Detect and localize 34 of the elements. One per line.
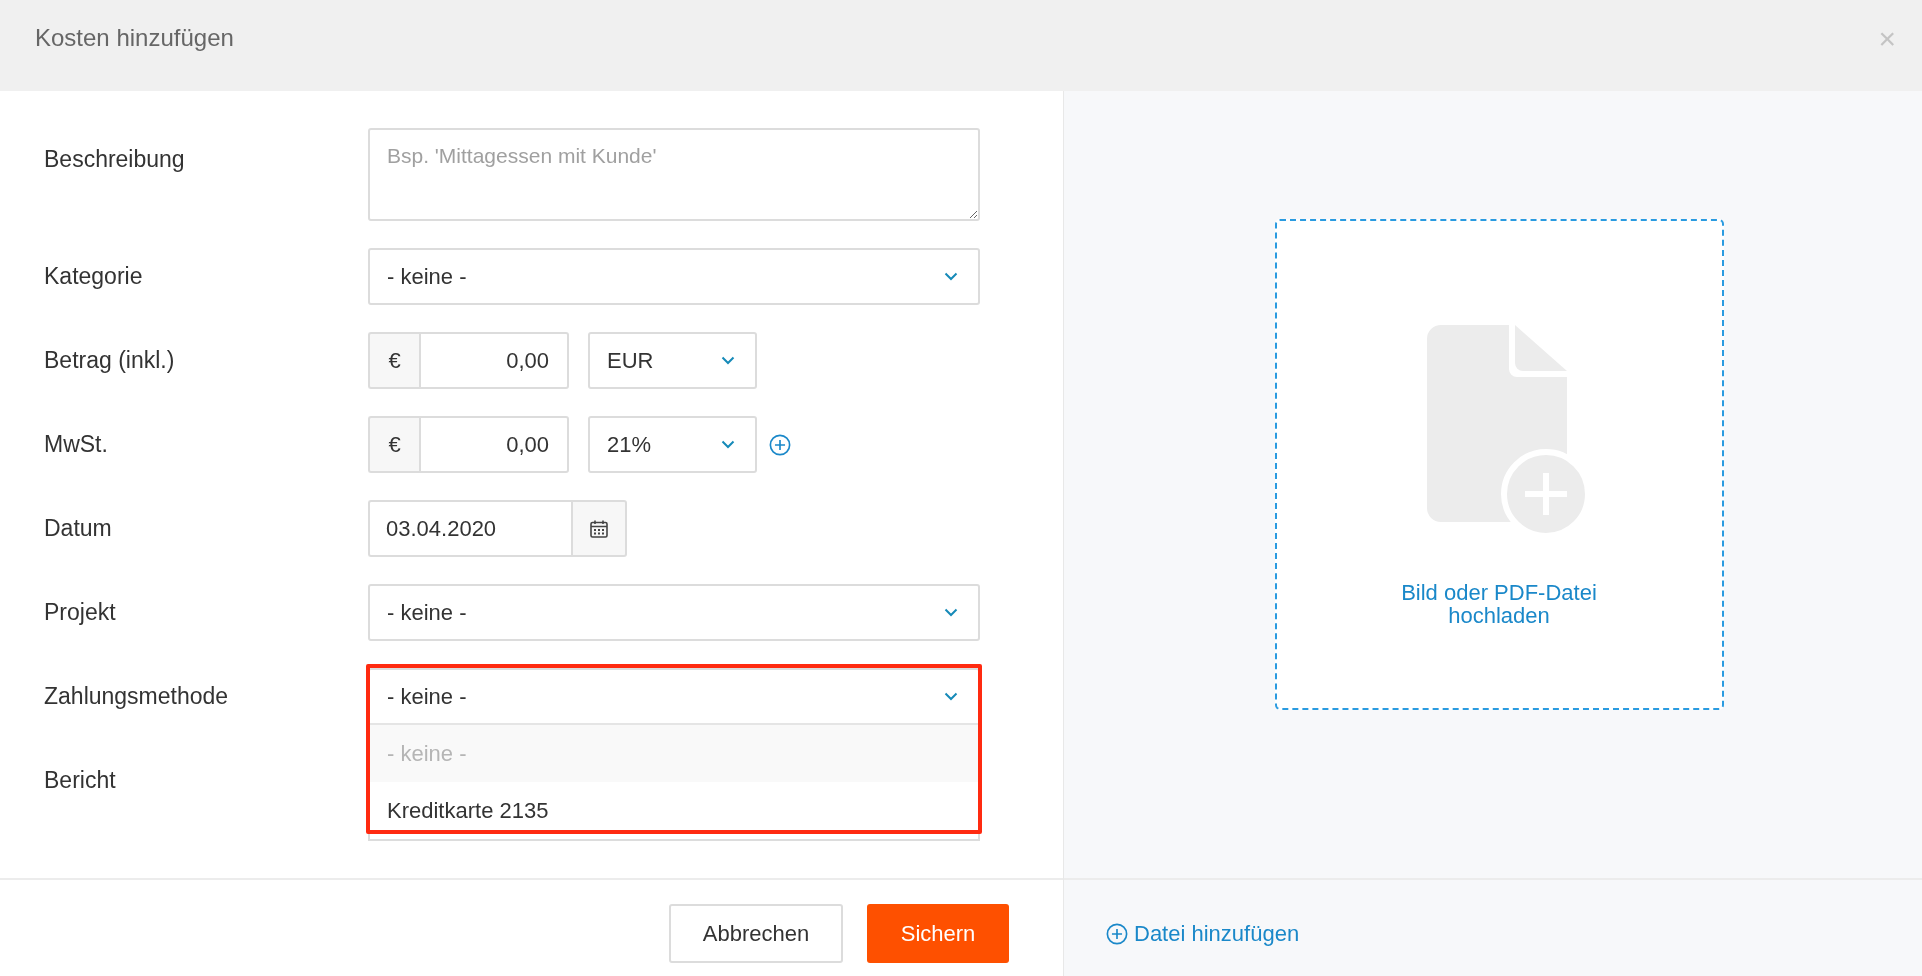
chevron-down-icon xyxy=(721,440,735,449)
date-field[interactable]: 03.04.2020 xyxy=(368,500,571,557)
field-label: MwSt. xyxy=(44,431,109,458)
unit-select[interactable]: 21% xyxy=(588,416,757,473)
add-icon[interactable] xyxy=(769,433,791,456)
field-label: Betrag (inkl.) xyxy=(44,347,176,374)
field-label: Kategorie xyxy=(44,263,144,290)
currency-addon: € xyxy=(368,416,419,473)
calendar-icon xyxy=(589,518,609,539)
chevron-down-icon xyxy=(944,608,958,617)
add-file-link[interactable]: Datei hinzufügen xyxy=(1106,920,1300,947)
field-label: Datum xyxy=(44,515,113,542)
field-label: Bericht xyxy=(44,767,117,794)
chevron-down-icon xyxy=(944,692,958,701)
chevron-down-icon xyxy=(944,272,958,281)
chevron-down-icon xyxy=(721,356,735,365)
upload-hint[interactable]: Bild oder PDF-Datei hochladen xyxy=(1379,581,1619,627)
select-field[interactable]: - keine - xyxy=(368,584,980,641)
select-field[interactable]: - keine - xyxy=(368,668,980,725)
upload-dropzone[interactable]: Bild oder PDF-Datei hochladen xyxy=(1274,219,1724,710)
field-label: Projekt xyxy=(44,599,117,626)
dialog-title: Kosten hinzufügen xyxy=(35,24,234,52)
dropdown-option[interactable]: Kreditkarte 2135 xyxy=(370,782,978,839)
add-icon xyxy=(1106,922,1128,945)
description-field[interactable]: Bsp. 'Mittagessen mit Kunde' xyxy=(368,128,980,221)
amount-field[interactable]: 0,00 xyxy=(419,416,569,473)
field-label: Beschreibung xyxy=(44,145,186,173)
amount-field[interactable]: 0,00 xyxy=(419,332,569,389)
calendar-button[interactable] xyxy=(571,500,627,557)
field-label: Zahlungsmethode xyxy=(44,683,230,710)
unit-select[interactable]: EUR xyxy=(588,332,757,389)
currency-addon: € xyxy=(368,332,419,389)
cancel-button[interactable]: Abbrechen xyxy=(669,904,843,963)
select-field[interactable]: - keine - xyxy=(368,248,980,305)
